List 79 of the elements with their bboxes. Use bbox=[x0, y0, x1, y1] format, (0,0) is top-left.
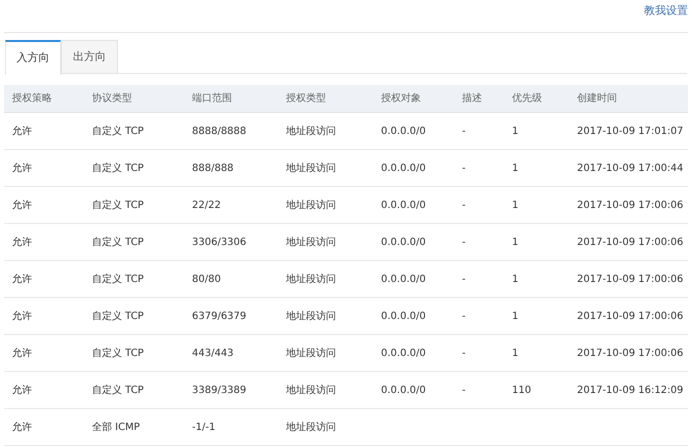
help-link[interactable]: 教我设置 bbox=[644, 3, 688, 20]
table-cell-text: 自定义 TCP bbox=[92, 198, 145, 212]
table-cell-text: -1/-1 bbox=[192, 420, 216, 434]
table-cell-text: 自定义 TCP bbox=[92, 310, 145, 324]
table-cell-text: 110 bbox=[512, 384, 532, 398]
table-cell-text: 允许 bbox=[12, 124, 33, 138]
table-cell-text: 1 bbox=[512, 198, 520, 212]
table-cell-text: 自定义 TCP bbox=[92, 162, 145, 176]
table-cell-text: 允许 bbox=[12, 236, 33, 250]
table-cell-text: 允许 bbox=[12, 346, 33, 360]
table-cell-text: 0.0.0.0/0 bbox=[381, 236, 427, 250]
table-cell-text: 2017-10-09 17:00:44 bbox=[577, 162, 684, 176]
table-cell-text: 2017-10-09 17:01:07 bbox=[577, 124, 684, 138]
table-cell-text: - bbox=[462, 236, 467, 250]
table-cell-text: 2017-10-09 17:00:06 bbox=[577, 310, 684, 324]
table-cell-text: 1 bbox=[512, 124, 520, 138]
table-cell-text: 自定义 TCP bbox=[92, 236, 145, 250]
table-cell-text: 自定义 TCP bbox=[92, 124, 145, 138]
table-cell-text: 888/888 bbox=[192, 162, 235, 176]
table-cell-text: 自定义 TCP bbox=[92, 346, 145, 360]
table-cell-text: 地址段访问 bbox=[286, 198, 337, 212]
table-cell-text: 0.0.0.0/0 bbox=[381, 198, 427, 212]
table-cell-text: 自定义 TCP bbox=[92, 272, 145, 286]
column-header: 授权对象 bbox=[381, 92, 422, 106]
table-cell-text: 2017-10-09 17:00:06 bbox=[577, 272, 684, 286]
table-cell-text: 1 bbox=[512, 236, 520, 250]
table-cell-text: 1 bbox=[512, 310, 520, 324]
table-cell-text: 8888/8888 bbox=[192, 124, 248, 138]
table-cell-text: 2017-10-09 17:00:06 bbox=[577, 346, 684, 360]
table-cell-text: 0.0.0.0/0 bbox=[381, 272, 427, 286]
table-cell-text: - bbox=[462, 346, 467, 360]
table-cell-text: 允许 bbox=[12, 310, 33, 324]
table-cell-text: 0.0.0.0/0 bbox=[381, 384, 427, 398]
table-cell-text: 2017-10-09 16:12:09 bbox=[577, 384, 684, 398]
column-header: 创建时间 bbox=[577, 92, 618, 106]
column-header: 端口范围 bbox=[192, 92, 233, 106]
column-header: 授权类型 bbox=[286, 92, 327, 106]
table-cell-text: 地址段访问 bbox=[286, 162, 337, 176]
table-cell-text: 3389/3389 bbox=[192, 384, 248, 398]
table-cell-text: 2017-10-09 17:00:06 bbox=[577, 236, 684, 250]
table-cell-text: 允许 bbox=[12, 162, 33, 176]
table-cell-text: 允许 bbox=[12, 198, 33, 212]
table-cell-text: - bbox=[462, 124, 467, 138]
table-cell-text: 0.0.0.0/0 bbox=[381, 346, 427, 360]
table-cell-text: 地址段访问 bbox=[286, 236, 337, 250]
table-cell-text: 1 bbox=[512, 272, 520, 286]
table-cell-text: 1 bbox=[512, 346, 520, 360]
column-header: 授权策略 bbox=[12, 92, 53, 106]
table-cell-text: 22/22 bbox=[192, 198, 222, 212]
table-cell-text: 80/80 bbox=[192, 272, 222, 286]
column-header: 描述 bbox=[462, 92, 483, 106]
table-cell-text: 2017-10-09 17:00:06 bbox=[577, 198, 684, 212]
table-cell-text: 地址段访问 bbox=[286, 124, 337, 138]
table-cell-text: - bbox=[462, 162, 467, 176]
table-cell-text: 1 bbox=[512, 162, 520, 176]
table-cell-text: 443/443 bbox=[192, 346, 235, 360]
table-cell-text: 允许 bbox=[12, 272, 33, 286]
table-cell-text: 6379/6379 bbox=[192, 310, 248, 324]
tab[interactable]: 出方向 bbox=[61, 40, 118, 74]
table-cell-text: 允许 bbox=[12, 420, 33, 434]
column-header: 优先级 bbox=[512, 92, 543, 106]
table-cell-text: - bbox=[462, 310, 467, 324]
table-cell-text: - bbox=[462, 198, 467, 212]
table-cell-text: 地址段访问 bbox=[286, 420, 337, 434]
table-cell-text: 0.0.0.0/0 bbox=[381, 124, 427, 138]
table-cell-text: 自定义 TCP bbox=[92, 384, 145, 398]
table-cell-text: 地址段访问 bbox=[286, 346, 337, 360]
table-cell-text: 0.0.0.0/0 bbox=[381, 162, 427, 176]
table-cell-text: 全部 ICMP bbox=[92, 420, 141, 434]
table-cell-text: - bbox=[462, 384, 467, 398]
table-cell-text: 地址段访问 bbox=[286, 310, 337, 324]
table-cell-text: 允许 bbox=[12, 384, 33, 398]
column-header: 协议类型 bbox=[92, 92, 133, 106]
table-cell-text: 地址段访问 bbox=[286, 384, 337, 398]
table-cell-text: - bbox=[462, 272, 467, 286]
table-cell-text: 0.0.0.0/0 bbox=[381, 310, 427, 324]
table-cell-text: 3306/3306 bbox=[192, 236, 248, 250]
table-cell-text: 地址段访问 bbox=[286, 272, 337, 286]
tab[interactable]: 入方向 bbox=[5, 40, 61, 75]
